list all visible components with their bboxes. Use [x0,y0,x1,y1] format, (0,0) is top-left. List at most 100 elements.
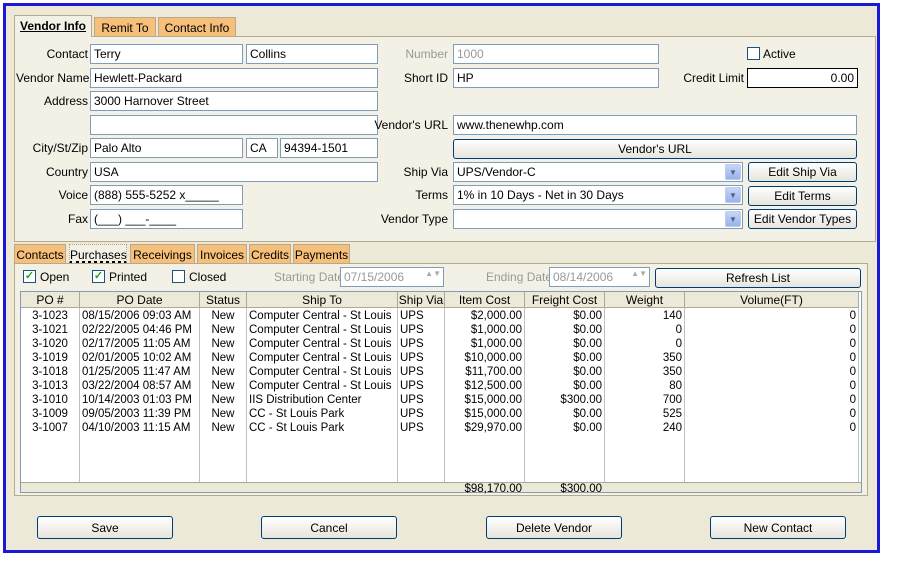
table-row[interactable]: 3-1009 09/05/2003 11:39 PM New CC - St Loui… [21,407,861,421]
column-header[interactable]: PO Date [80,292,200,308]
active-label: Active [763,47,796,61]
table-row[interactable]: 3-1018 01/25/2005 11:47 AM New Computer Cen… [21,365,861,379]
active-checkbox[interactable] [747,47,760,60]
country-field[interactable]: USA [90,162,378,182]
voice-field[interactable]: (888) 555-5252 x_____ [90,185,243,205]
vendor-name-field[interactable]: Hewlett-Packard [90,68,378,88]
chevron-down-icon[interactable]: ▼ [725,164,741,180]
address-line1-field[interactable]: 3000 Harnover Street [90,91,378,111]
credit-limit-field[interactable]: 0.00 [747,68,858,88]
vendor-url-field[interactable]: www.thenewhp.com [453,115,857,135]
new-contact-button[interactable]: New Contact [710,516,846,539]
refresh-list-button[interactable]: Refresh List [655,268,861,288]
table-cell: 0 [675,324,682,336]
edit-ship-via-button[interactable]: Edit Ship Via [748,162,857,182]
tab-contacts[interactable]: Contacts [14,244,66,264]
starting-date-field[interactable]: 07/15/2006 ▲▼ [340,267,444,287]
tab-purchases[interactable]: Purchases [69,244,127,264]
column-header[interactable]: PO # [21,292,80,308]
table-cell: 02/22/2005 04:46 PM [82,324,192,336]
fax-label: Fax [67,212,88,226]
column-header[interactable]: Ship To [247,292,398,308]
table-row[interactable]: 3-1007 04/10/2003 11:15 AM New CC - St Loui… [21,421,861,435]
table-cell: UPS [400,324,424,336]
tab-receivings[interactable]: Receivings [130,244,195,264]
table-row[interactable]: 3-1021 02/22/2005 04:46 PM New Computer Cen… [21,323,861,337]
terms-value: 1% in 10 Days - Net in 30 Days [457,188,624,202]
tab-payments[interactable]: Payments [293,244,350,264]
printed-label: Printed [109,270,148,284]
vendor-url-label: Vendor's URL [374,118,448,132]
table-cell: Computer Central - St Louis Pa [249,338,395,350]
table-cell: 140 [662,310,682,322]
address-line2-field[interactable] [90,115,378,135]
table-cell: UPS [400,394,424,406]
open-checkbox[interactable]: ✓ [23,270,36,283]
vendor-url-button[interactable]: Vendor's URL [453,139,857,159]
table-cell: New [211,352,235,364]
column-header[interactable]: Status [200,292,247,308]
printed-checkbox[interactable]: ✓ [92,270,105,283]
starting-date-label: Starting Date [274,270,345,284]
ending-date-field[interactable]: 08/14/2006 ▲▼ [549,267,650,287]
edit-vendor-types-button[interactable]: Edit Vendor Types [748,209,857,229]
total-value: $98,170.00 [464,483,522,495]
contact-last-name-field[interactable]: Collins [246,44,378,64]
contact-first-name-field[interactable]: Terry [90,44,243,64]
table-cell: UPS [400,422,424,434]
tab-label: Vendor Info [20,19,86,33]
chevron-down-icon[interactable]: ▼ [725,211,741,227]
edit-terms-button[interactable]: Edit Terms [748,186,857,206]
cancel-button[interactable]: Cancel [261,516,397,539]
state-field[interactable]: CA [246,138,278,158]
column-header[interactable]: Weight [605,292,685,308]
table-cell: $0.00 [573,310,602,322]
table-cell: 01/25/2005 11:47 AM [82,366,191,378]
table-cell: CC - St Louis Park [249,422,345,434]
delete-vendor-button[interactable]: Delete Vendor [486,516,622,539]
table-cell: New [211,366,235,378]
purchases-table[interactable]: PO # PO Date Status Ship To Ship Via Item Cos… [20,291,862,495]
tab-contact-info[interactable]: Contact Info [158,17,236,37]
column-header[interactable]: Ship Via [398,292,445,308]
column-header[interactable]: Volume(FT) [685,292,859,308]
table-row[interactable]: 3-1020 02/17/2005 11:05 AM New Computer Cen… [21,337,861,351]
column-header[interactable]: Freight Cost [525,292,605,308]
table-cell: 240 [662,422,682,434]
table-row[interactable]: 3-1019 02/01/2005 10:02 AM New Computer Cen… [21,351,861,365]
table-cell: 3-1018 [32,366,68,378]
ship-via-select[interactable]: UPS/Vendor-C ▼ [453,162,743,182]
closed-checkbox[interactable] [172,270,185,283]
short-id-field[interactable]: HP [453,68,659,88]
table-cell: 10/14/2003 01:03 PM [82,394,192,406]
table-row[interactable]: 3-1023 08/15/2006 09:03 AM New Computer Cen… [21,309,861,323]
spinner-icon[interactable]: ▲▼ [631,269,647,278]
table-cell: UPS [400,338,424,350]
tab-label: Remit To [101,21,149,35]
table-row[interactable]: 3-1013 03/22/2004 08:57 AM New Computer Cen… [21,379,861,393]
tab-label: Payments [294,248,349,262]
tab-label: Contacts [16,248,64,262]
table-cell: UPS [400,352,424,364]
table-row[interactable]: 3-1010 10/14/2003 01:03 PM New IIS Distribu… [21,393,861,407]
table-cell: 3-1021 [32,324,68,336]
tab-invoices[interactable]: Invoices [197,244,247,264]
vendor-type-select[interactable]: ▼ [453,209,743,229]
tab-vendor-info[interactable]: Vendor Info [14,15,92,37]
spinner-icon[interactable]: ▲▼ [425,269,441,278]
tab-remit-to[interactable]: Remit To [94,17,156,37]
fax-field[interactable]: (___) ___-____ [90,209,243,229]
tab-credits[interactable]: Credits [249,244,291,264]
chevron-down-icon[interactable]: ▼ [725,187,741,203]
table-cell: $300.00 [560,394,602,406]
zip-field[interactable]: 94394-1501 [280,138,378,158]
column-header[interactable]: Item Cost [445,292,525,308]
save-button[interactable]: Save [37,516,173,539]
table-cell: 350 [662,366,682,378]
table-cell: New [211,338,235,350]
terms-select[interactable]: 1% in 10 Days - Net in 30 Days ▼ [453,185,743,205]
table-cell: Computer Central - St Louis Pa [249,352,395,364]
ending-date-value: 08/14/2006 [553,270,614,284]
table-cell: New [211,422,235,434]
city-field[interactable]: Palo Alto [90,138,243,158]
